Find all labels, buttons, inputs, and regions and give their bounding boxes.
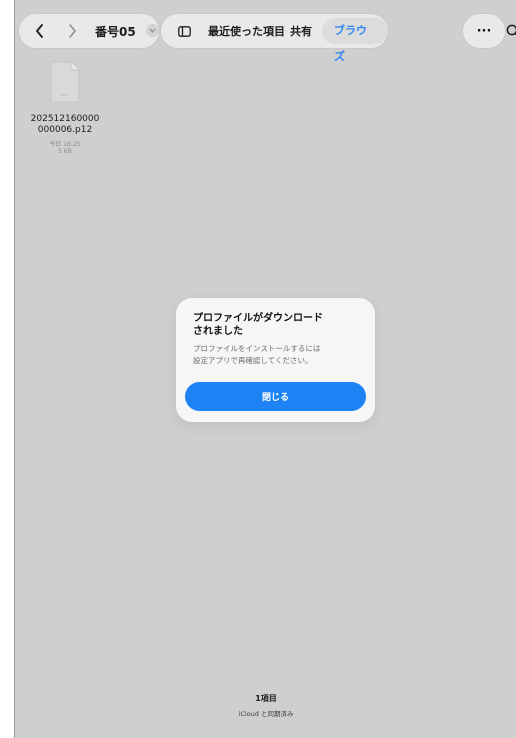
close-button[interactable]: 閉じる: [185, 382, 366, 411]
tab-bar: 最近使った項目 共有 ブラウズ: [161, 14, 388, 63]
back-button[interactable]: [25, 14, 55, 48]
sidebar-icon: [177, 25, 191, 37]
toolbar: 番号05 最近使った項目 共有 ブラウズ ···: [15, 14, 516, 63]
chevron-right-icon: [69, 24, 76, 38]
alert-title: プロファイルがダウンロード されました: [193, 313, 323, 337]
forward-button[interactable]: [57, 14, 87, 48]
tab-recents[interactable]: 最近使った項目: [208, 23, 285, 39]
files-browser: 番号05 最近使った項目 共有 ブラウズ ··· P12 20251216000…: [14, 0, 516, 738]
status-footer: 1項目 iCloud と同期済み: [15, 693, 516, 718]
file-size: 5 KB: [58, 148, 72, 155]
download-alert: プロファイルがダウンロード されました プロファイルをインストールするには 設定…: [176, 298, 375, 422]
more-button[interactable]: ···: [463, 14, 505, 48]
document-icon: [50, 61, 80, 103]
tab-browse[interactable]: ブラウズ: [322, 18, 388, 63]
breadcrumb-folder[interactable]: 番号05: [95, 23, 136, 40]
ellipsis-icon: ···: [476, 23, 492, 39]
search-icon: [506, 24, 516, 36]
sidebar-toggle-button[interactable]: [171, 14, 197, 48]
search-button[interactable]: [506, 23, 516, 42]
navigation-pill: 番号05: [19, 14, 159, 48]
chevron-down-icon[interactable]: [146, 24, 159, 37]
sync-status: iCloud と同期済み: [238, 710, 294, 718]
item-count: 1項目: [255, 694, 277, 703]
alert-message: プロファイルをインストールするには 設定アプリで再確認してください。: [193, 344, 321, 365]
chevron-left-icon: [36, 24, 43, 38]
file-type-label: P12: [61, 93, 67, 97]
file-date: 今日 16:25: [49, 141, 81, 148]
tab-shared[interactable]: 共有: [290, 23, 312, 39]
file-name: 202512160000 000006.p12: [30, 114, 100, 135]
